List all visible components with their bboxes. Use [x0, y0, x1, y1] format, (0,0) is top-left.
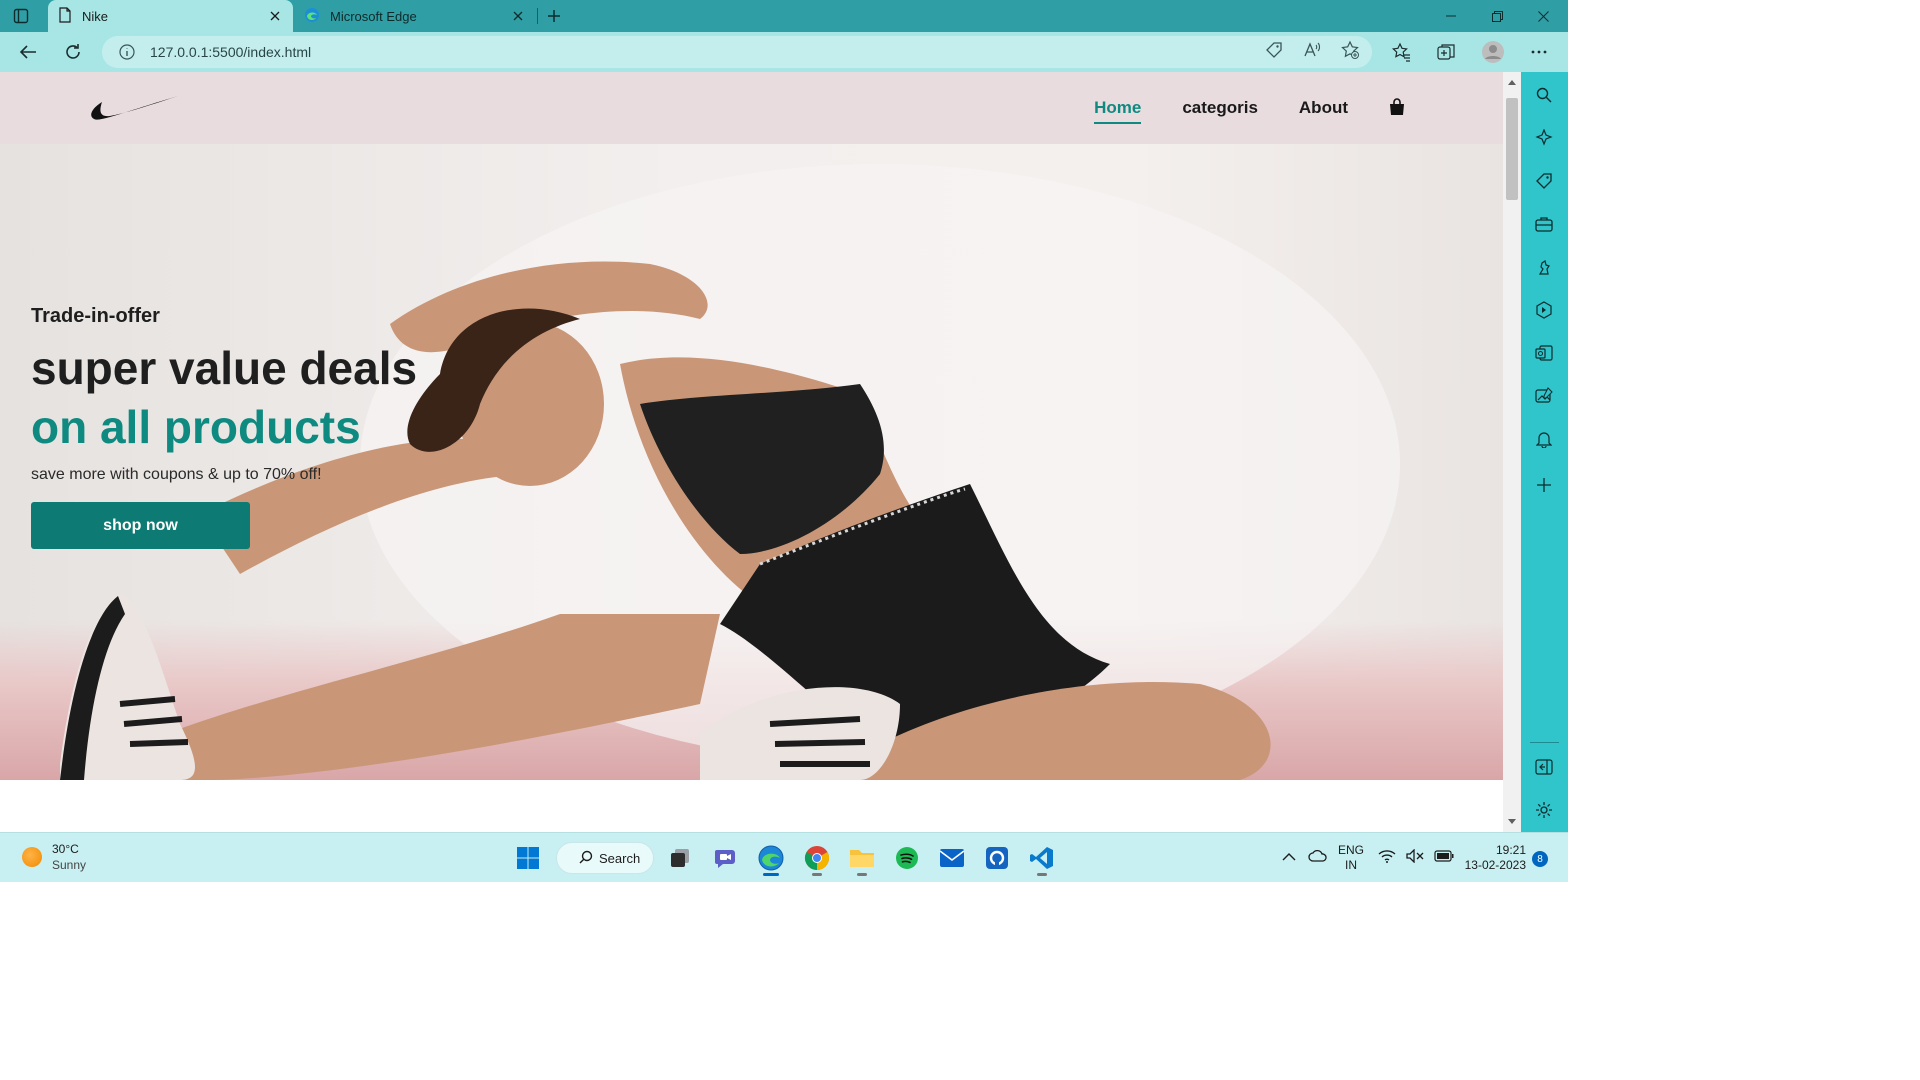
close-window-button[interactable]	[1520, 0, 1566, 32]
vscode-icon[interactable]	[1025, 841, 1059, 876]
hero-banner: Trade-in-offer super value deals on all …	[0, 144, 1503, 780]
wifi-icon	[1378, 849, 1396, 868]
restore-button[interactable]	[1474, 0, 1520, 32]
search-icon[interactable]	[1532, 83, 1556, 107]
close-tab-icon[interactable]	[506, 4, 530, 28]
url-text: 127.0.0.1:5500/index.html	[150, 44, 312, 60]
task-view-icon[interactable]	[663, 841, 697, 875]
onedrive-icon[interactable]	[1308, 848, 1328, 869]
hero-highlight: on all products	[31, 401, 361, 453]
content-below-hero	[0, 780, 1503, 832]
spotify-icon[interactable]	[890, 841, 924, 875]
quick-settings[interactable]	[1378, 833, 1454, 883]
shopping-bag-icon[interactable]	[1389, 98, 1407, 118]
settings-gear-icon[interactable]	[1532, 798, 1556, 822]
notifications-bell-icon[interactable]	[1532, 427, 1556, 451]
collections-icon[interactable]	[1430, 36, 1462, 68]
windows-start-icon[interactable]	[511, 841, 545, 875]
nav-about[interactable]: About	[1299, 98, 1348, 118]
scroll-down-arrow-icon[interactable]	[1503, 814, 1521, 830]
teams-chat-icon[interactable]	[709, 841, 743, 875]
tab-nike[interactable]: Nike	[48, 0, 293, 32]
coupon-tag-icon[interactable]	[1264, 40, 1284, 65]
discover-sparkle-icon[interactable]	[1532, 126, 1556, 150]
hero-kicker: Trade-in-offer	[31, 305, 160, 327]
sunny-weather-icon	[22, 847, 42, 867]
address-bar-actions	[1264, 36, 1360, 68]
tab-separator	[537, 8, 538, 24]
show-hidden-icons-chevron-icon[interactable]	[1282, 849, 1296, 867]
shop-now-button[interactable]: shop now	[31, 502, 250, 549]
edge-sidebar	[1521, 72, 1568, 832]
language-code: ENG	[1338, 843, 1365, 857]
page-icon	[58, 6, 72, 26]
profile-avatar[interactable]	[1477, 36, 1509, 68]
address-bar[interactable]: 127.0.0.1:5500/index.html	[102, 36, 1372, 68]
mail-icon[interactable]	[935, 841, 969, 875]
more-options-icon[interactable]	[1523, 36, 1555, 68]
tab-title: Nike	[82, 8, 109, 24]
main-nav: Home categoris About	[1094, 72, 1407, 144]
volume-muted-icon	[1406, 847, 1424, 868]
image-creator-icon[interactable]	[1532, 384, 1556, 408]
shopping-tag-icon[interactable]	[1532, 169, 1556, 193]
hero-subtext: save more with coupons & up to 70% off!	[31, 466, 322, 483]
minimize-button[interactable]	[1428, 0, 1474, 32]
clock[interactable]: 19:21 13-02-2023	[1456, 843, 1526, 873]
nav-home[interactable]: Home	[1094, 98, 1142, 124]
language-indicator[interactable]: ENG IN	[1338, 843, 1364, 873]
browser-titlebar: Nike Microsoft Edge	[0, 0, 1568, 32]
weather-temperature: 30°C	[52, 842, 79, 856]
microsoft-365-icon[interactable]	[1532, 298, 1556, 322]
back-button[interactable]	[12, 36, 44, 68]
hide-sidebar-icon[interactable]	[1532, 755, 1556, 779]
battery-icon	[1434, 849, 1454, 867]
scrollbar-thumb[interactable]	[1506, 98, 1518, 200]
tools-briefcase-icon[interactable]	[1532, 212, 1556, 236]
language-region: IN	[1345, 858, 1357, 872]
clock-date: 13-02-2023	[1464, 858, 1526, 872]
hero-content: Trade-in-offer super value deals on all …	[31, 305, 417, 549]
taskbar-search-label: Search	[599, 850, 641, 866]
chrome-icon[interactable]	[800, 841, 834, 876]
edge-taskbar-icon[interactable]	[754, 841, 788, 876]
weather-widget[interactable]: 30°C Sunny	[22, 841, 86, 873]
refresh-button[interactable]	[57, 36, 89, 68]
tab-title: Microsoft Edge	[330, 8, 417, 24]
outlook-icon[interactable]	[1532, 341, 1556, 365]
system-tray	[1282, 833, 1328, 883]
search-magnifier-icon	[579, 850, 593, 867]
edge-icon	[304, 7, 320, 26]
hero-headline: super value deals	[31, 342, 418, 394]
weather-condition: Sunny	[52, 858, 87, 872]
close-tab-icon[interactable]	[263, 4, 287, 28]
scroll-up-arrow-icon[interactable]	[1503, 74, 1521, 90]
new-tab-button[interactable]	[542, 4, 566, 28]
browser-toolbar: 127.0.0.1:5500/index.html	[0, 32, 1568, 72]
nike-logo[interactable]	[88, 92, 180, 126]
nav-categories[interactable]: categoris	[1182, 98, 1258, 118]
app-badge-icon[interactable]	[980, 841, 1014, 875]
add-favorite-icon[interactable]	[1340, 40, 1360, 65]
notification-count-badge[interactable]: 8	[1532, 851, 1548, 867]
games-chess-icon[interactable]	[1532, 255, 1556, 279]
favorites-icon[interactable]	[1385, 36, 1417, 68]
windows-taskbar: 30°C Sunny Search ENG IN 19:21 13-02-202…	[0, 832, 1568, 882]
page-scrollbar[interactable]	[1503, 72, 1521, 832]
clock-time: 19:21	[1495, 843, 1526, 857]
taskbar-search[interactable]: Search	[556, 842, 654, 874]
site-header: Home categoris About	[0, 72, 1503, 144]
sidebar-divider	[1530, 742, 1559, 743]
add-sidebar-app-icon[interactable]	[1532, 473, 1556, 497]
page-viewport: Home categoris About Trade-in-offer supe…	[0, 72, 1503, 832]
tab-microsoft-edge[interactable]: Microsoft Edge	[296, 0, 536, 32]
tab-actions-icon[interactable]	[10, 6, 32, 26]
site-info-icon[interactable]	[118, 43, 136, 61]
read-aloud-icon[interactable]	[1302, 40, 1322, 65]
file-explorer-icon[interactable]	[845, 841, 879, 876]
